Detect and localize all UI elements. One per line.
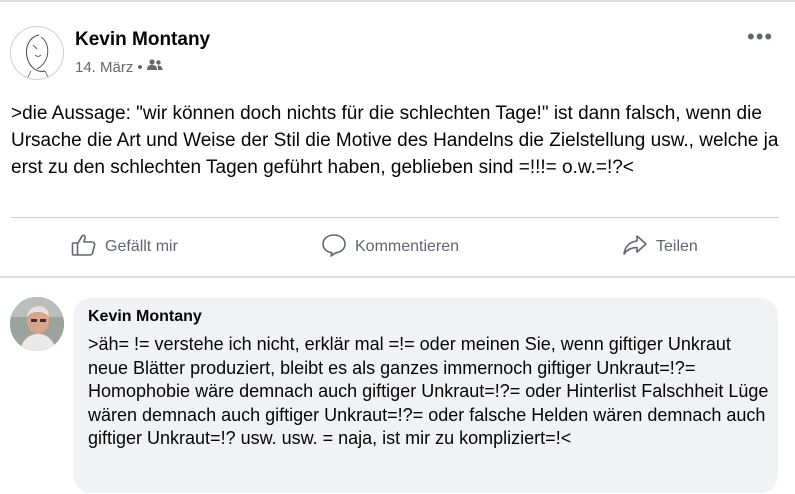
- more-options-icon[interactable]: •••: [747, 24, 773, 50]
- post-date[interactable]: 14. März: [75, 59, 133, 76]
- share-button[interactable]: Teilen: [622, 226, 698, 268]
- post-text: >die Aussage: "wir können doch nichts fü…: [11, 103, 779, 178]
- post-author-name[interactable]: Kevin Montany: [75, 29, 210, 51]
- thumbs-up-icon: [71, 233, 97, 262]
- friends-icon[interactable]: [146, 58, 163, 76]
- share-icon: [622, 233, 648, 262]
- share-label: Teilen: [656, 238, 698, 255]
- comment-text: >äh= != verstehe ich nicht, erklär mal =…: [88, 334, 769, 448]
- post-actions: Gefällt mir Kommentieren Teilen: [0, 226, 795, 268]
- like-label: Gefällt mir: [105, 238, 178, 255]
- post-meta: 14. März •: [75, 58, 163, 76]
- comment-icon: [321, 233, 347, 262]
- comment-button[interactable]: Kommentieren: [321, 226, 459, 268]
- meta-separator: •: [137, 58, 143, 76]
- comment-author-name[interactable]: Kevin Montany: [88, 308, 202, 326]
- author-avatar[interactable]: [10, 26, 64, 80]
- actions-divider: [11, 217, 779, 218]
- commenter-avatar[interactable]: [10, 297, 64, 351]
- top-divider: [0, 0, 795, 2]
- section-divider: [0, 276, 795, 278]
- like-button[interactable]: Gefällt mir: [71, 226, 178, 268]
- comment-label: Kommentieren: [355, 238, 460, 255]
